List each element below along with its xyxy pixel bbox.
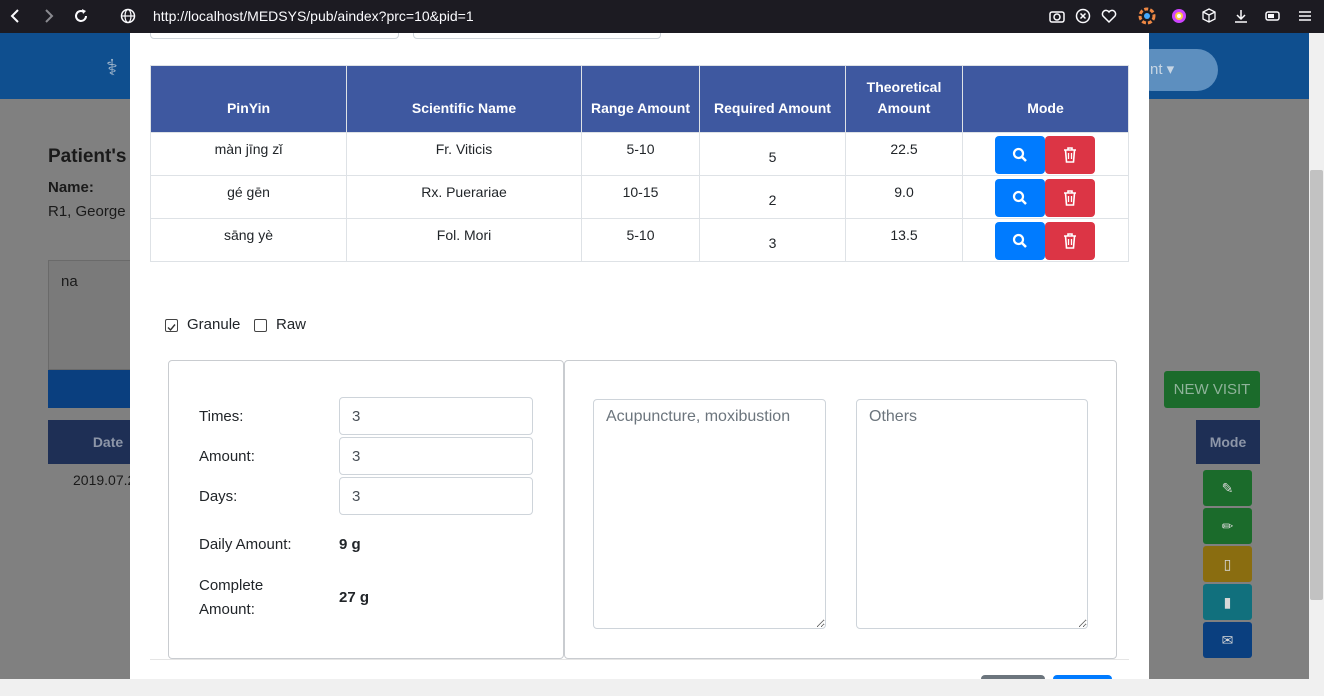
complete-amount-label-line1: Complete [199,577,264,594]
search-button[interactable] [995,222,1045,260]
browser-toolbar: http://localhost/MEDSYS/pub/aindex?prc=1… [0,0,1324,33]
herb-table: PinYin Scientific Name Range Amount Requ… [150,65,1129,262]
mode-header: Mode [962,65,1129,133]
days-input[interactable] [339,477,533,515]
range-amount-cell: 5-10 [581,218,700,262]
trash-icon [1064,233,1076,249]
prescription-modal: PinYin Scientific Name Range Amount Requ… [130,33,1149,679]
checkmark-icon [167,324,176,332]
delete-button[interactable] [1045,179,1095,217]
reload-icon[interactable] [71,6,91,26]
camera-icon[interactable] [1048,7,1066,25]
close-button[interactable] [981,675,1045,679]
range-amount-cell: 5-10 [581,132,700,176]
mode-cell [962,175,1129,219]
patient-title: Patient's [48,146,127,167]
mode-cell [962,132,1129,176]
amount-label: Amount: [199,448,255,465]
amount-input[interactable] [339,437,533,475]
mode-column-header: Mode [1196,420,1260,464]
granule-checkbox[interactable] [165,319,178,332]
times-label: Times: [199,408,244,425]
pencil-icon: ✏ [1203,508,1252,544]
scientific-name-cell: Fr. Viticis [346,132,582,176]
required-amount-cell[interactable]: 3 [699,218,846,262]
battery-icon[interactable] [1264,7,1282,25]
close-circle-icon[interactable] [1074,7,1092,25]
others-textarea[interactable] [856,399,1088,629]
edit-icon: ✎ [1203,470,1252,506]
color-wheel-icon[interactable] [1138,7,1156,25]
table-row: sāng yè Fol. Mori 5-10 3 13.5 [150,218,1129,262]
visit-date: 2019.07.2 [73,472,136,488]
trash-icon [1064,190,1076,206]
search-button[interactable] [995,136,1045,174]
mode-cell [962,218,1129,262]
search-icon [1012,147,1027,162]
name-label: Name: [48,179,94,196]
search-button[interactable] [995,179,1045,217]
new-visit-button: NEW VISIT [1164,371,1260,408]
granule-label[interactable]: Granule [187,316,240,333]
times-input[interactable] [339,397,533,435]
name-value: R1, George [48,203,126,220]
top-input-right[interactable] [413,33,661,39]
package-icon[interactable] [1200,7,1218,25]
pinyin-cell: gé gēn [150,175,347,219]
complete-amount-value: 27 g [339,589,370,606]
herb-table-header-row: PinYin Scientific Name Range Amount Requ… [150,65,1129,133]
save-button[interactable] [1053,675,1112,679]
forward-arrow-icon[interactable] [38,6,58,26]
scientific-name-cell: Fol. Mori [346,218,582,262]
search-icon [1012,190,1027,205]
raw-checkbox[interactable] [254,319,267,332]
pinyin-cell: sāng yè [150,218,347,262]
pdf-icon: ▯ [1203,546,1252,582]
table-row: màn jīng zǐ Fr. Viticis 5-10 5 22.5 [150,132,1129,176]
background-blue-bar [48,370,138,408]
scientific-name-header: Scientific Name [346,65,582,133]
theoretical-amount-cell: 22.5 [845,132,963,176]
trash-icon [1064,147,1076,163]
search-icon [1012,233,1027,248]
account-dropdown-label: nt [1150,61,1163,78]
daily-amount-label: Daily Amount: [199,536,292,553]
daily-amount-value: 9 g [339,536,361,553]
back-arrow-icon[interactable] [6,6,26,26]
delete-button[interactable] [1045,136,1095,174]
site-info-icon[interactable] [118,6,138,26]
menu-icon[interactable] [1296,7,1314,25]
theoretical-amount-cell: 13.5 [845,218,963,262]
heart-icon[interactable] [1100,7,1118,25]
scrollbar-thumb[interactable] [1310,170,1323,600]
color-picker-icon[interactable] [1170,7,1188,25]
caduceus-logo-icon: ⚕ [106,55,118,80]
file-icon: ▮ [1203,584,1252,620]
raw-label[interactable]: Raw [276,316,306,333]
modal-footer-divider [150,659,1129,660]
acupuncture-textarea[interactable] [593,399,826,629]
theoretical-amount-cell: 9.0 [845,175,963,219]
table-row: gé gēn Rx. Puerariae 10-15 2 9.0 [150,175,1129,219]
required-amount-cell[interactable]: 2 [699,175,846,219]
days-label: Days: [199,488,238,505]
required-amount-header: Required Amount [699,65,846,133]
pinyin-cell: màn jīng zǐ [150,132,347,176]
top-input-left[interactable] [150,33,399,39]
required-amount-cell[interactable]: 5 [699,132,846,176]
note-area: na [48,260,138,370]
date-column-header: Date [48,420,138,464]
pinyin-header: PinYin [150,65,347,133]
scientific-name-cell: Rx. Puerariae [346,175,582,219]
mail-icon: ✉ [1203,622,1252,658]
range-amount-header: Range Amount [581,65,700,133]
delete-button[interactable] [1045,222,1095,260]
complete-amount-label-line2: Amount: [199,601,255,618]
horizontal-scrollbar[interactable] [0,679,1324,696]
address-bar[interactable]: http://localhost/MEDSYS/pub/aindex?prc=1… [153,8,474,24]
range-amount-cell: 10-15 [581,175,700,219]
theoretical-amount-header: Theoretical Amount [845,65,963,133]
download-icon[interactable] [1232,7,1250,25]
